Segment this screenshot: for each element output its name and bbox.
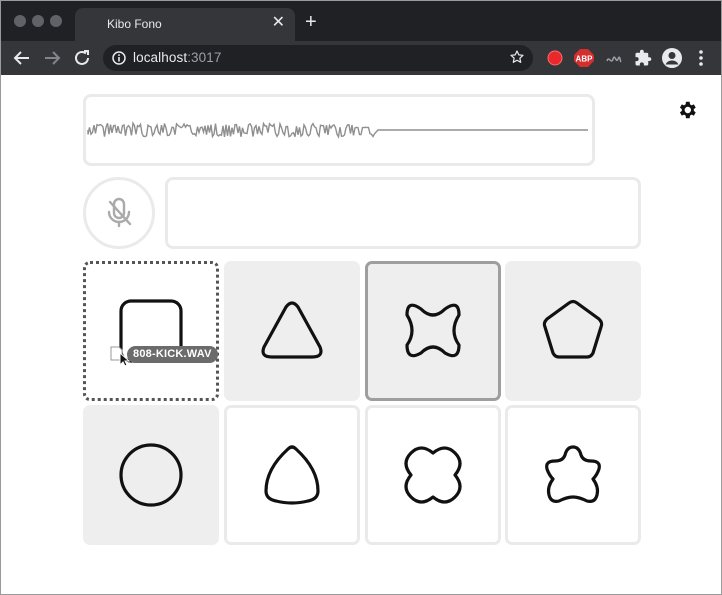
tab-kibo-fono[interactable]: Kibo Fono ✕ bbox=[75, 8, 295, 41]
browser-toolbar: localhost:3017 ABP bbox=[1, 41, 721, 75]
pentagon-shape-icon bbox=[542, 299, 604, 359]
waveform-trace bbox=[87, 121, 588, 139]
adblock-icon[interactable]: ABP bbox=[574, 49, 594, 67]
puzzle-icon[interactable] bbox=[634, 49, 652, 67]
record-icon[interactable] bbox=[546, 49, 564, 67]
circle-shape-icon bbox=[119, 443, 183, 507]
info-icon[interactable] bbox=[112, 51, 126, 65]
browser-window: Kibo Fono ✕ + localhost:3017 ABP 808-KIC… bbox=[0, 0, 722, 595]
mic-mute-button[interactable] bbox=[83, 177, 155, 249]
rounded-triangle-shape-icon bbox=[261, 301, 323, 359]
sample-pad-rounded-square[interactable] bbox=[83, 261, 219, 401]
url-text: localhost:3017 bbox=[133, 50, 221, 65]
dragged-file: 808-KICK.WAV bbox=[109, 345, 219, 367]
back-arrow-icon[interactable] bbox=[11, 47, 33, 69]
text-display-panel[interactable] bbox=[165, 177, 641, 249]
sample-pad-rounded-triangle[interactable] bbox=[224, 261, 360, 401]
tab-strip: Kibo Fono ✕ + bbox=[1, 1, 721, 41]
sample-pad-five-lobe[interactable] bbox=[505, 405, 641, 545]
close-window-dot[interactable] bbox=[14, 15, 26, 27]
app-page: 808-KICK.WAV bbox=[1, 75, 721, 594]
sample-pad-pentagon[interactable] bbox=[505, 261, 641, 401]
waveform bbox=[87, 121, 588, 139]
sample-pad-four-lobe[interactable] bbox=[365, 405, 501, 545]
forward-arrow-icon[interactable] bbox=[41, 47, 63, 69]
url-host: localhost bbox=[133, 50, 188, 65]
maximize-window-dot[interactable] bbox=[50, 15, 62, 27]
waveform-panel[interactable] bbox=[83, 94, 595, 166]
four-lobe-shape-icon bbox=[404, 446, 462, 504]
new-tab-icon[interactable]: + bbox=[305, 12, 317, 32]
reuleaux-triangle-shape-icon bbox=[264, 445, 320, 505]
cross-shape-icon bbox=[405, 303, 461, 358]
mic-off-icon bbox=[107, 197, 132, 228]
profile-icon[interactable] bbox=[661, 47, 683, 69]
gear-icon[interactable] bbox=[676, 99, 698, 121]
bookmark-star-icon[interactable] bbox=[509, 49, 525, 65]
url-port: :3017 bbox=[187, 50, 222, 65]
adblock-label: ABP bbox=[576, 55, 594, 64]
sample-pad-circle[interactable] bbox=[83, 405, 219, 545]
sample-pad-reuleaux-triangle[interactable] bbox=[224, 405, 360, 545]
five-lobe-shape-icon bbox=[545, 445, 601, 503]
tab-close-icon[interactable]: ✕ bbox=[272, 14, 285, 32]
dragged-file-name: 808-KICK.WAV bbox=[127, 346, 218, 363]
reload-icon[interactable] bbox=[71, 47, 93, 69]
minimize-window-dot[interactable] bbox=[32, 15, 44, 27]
sample-pad-cross[interactable] bbox=[365, 261, 501, 401]
tab-title: Kibo Fono bbox=[107, 17, 162, 31]
audio-icon[interactable] bbox=[604, 49, 624, 67]
menu-icon[interactable] bbox=[695, 49, 707, 67]
address-bar[interactable]: localhost:3017 bbox=[103, 45, 533, 71]
